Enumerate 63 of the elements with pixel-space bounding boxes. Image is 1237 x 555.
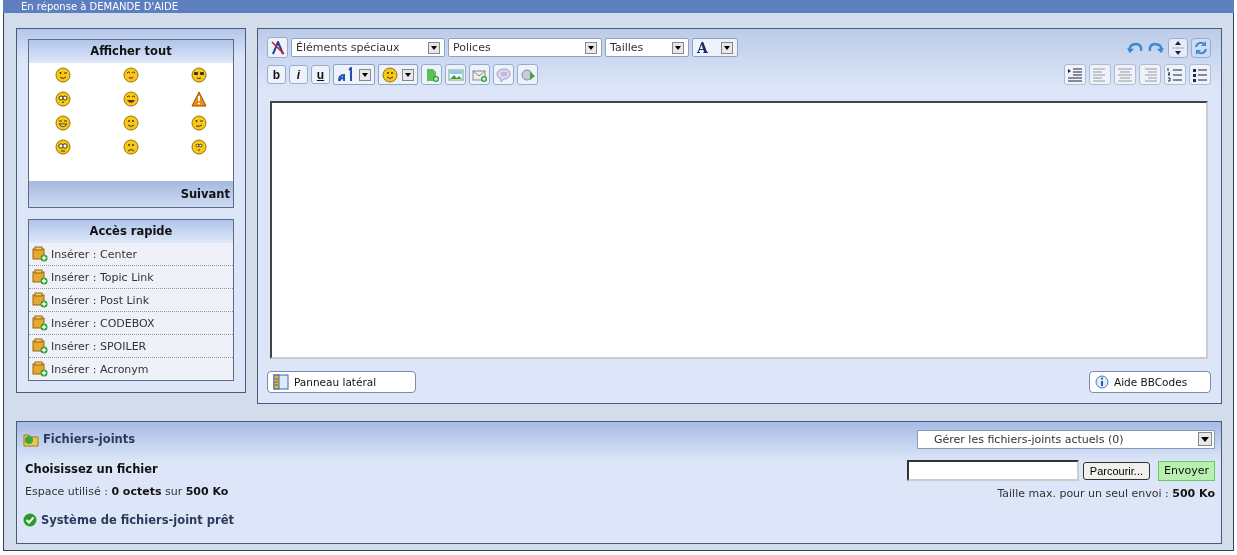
smiley-icon[interactable] xyxy=(55,115,71,131)
package-add-icon xyxy=(32,361,48,377)
package-add-icon xyxy=(32,269,48,285)
smiley-icon[interactable] xyxy=(55,91,71,107)
smiley-icon[interactable] xyxy=(191,67,207,83)
format-button[interactable]: u xyxy=(311,65,330,84)
resize-icon[interactable] xyxy=(1168,37,1188,58)
quick-access-item[interactable]: Insérer : Topic Link xyxy=(29,266,233,289)
side-panel-button[interactable]: Panneau latéral xyxy=(267,371,416,393)
image-button[interactable] xyxy=(445,64,466,85)
field-label: Choisissez un fichier xyxy=(25,461,159,478)
media-button[interactable] xyxy=(517,64,538,85)
smiley-icon[interactable] xyxy=(123,139,139,155)
quick-access-item[interactable]: Insérer : SPOILER xyxy=(29,335,233,358)
dropdown[interactable]: Tailles xyxy=(605,38,689,57)
speech-bubble-icon xyxy=(494,65,513,84)
quick-access-item[interactable]: Insérer : Post Link xyxy=(29,289,233,312)
bullet-list-button[interactable] xyxy=(1189,64,1211,85)
smiley-icon[interactable] xyxy=(55,67,71,83)
next-link[interactable]: Suivant xyxy=(180,187,230,201)
quick-access-item[interactable]: Insérer : CODEBOX xyxy=(29,312,233,335)
format-button[interactable]: i xyxy=(289,65,308,84)
font-style-dropdown[interactable] xyxy=(333,64,375,85)
format-button[interactable]: b xyxy=(267,65,286,84)
panel-icon xyxy=(273,374,289,390)
page-title: En réponse à DEMANDE D'AIDE xyxy=(3,0,1234,13)
info-icon xyxy=(1095,375,1109,389)
usage-text: Espace utilisé : 0 octets sur 500 Ko xyxy=(25,485,229,498)
package-add-icon xyxy=(32,338,48,354)
smiley-icon xyxy=(382,66,398,83)
section-title: Fichiers-joints xyxy=(43,432,136,446)
panel-title: Accès rapide xyxy=(29,220,233,243)
check-icon xyxy=(23,513,37,527)
quick-access-item[interactable]: Insérer : Acronym xyxy=(29,358,233,380)
smiley-dropdown[interactable] xyxy=(378,64,418,85)
remove-format-icon xyxy=(270,40,285,55)
smiley-icon[interactable] xyxy=(123,91,139,107)
warning-icon[interactable] xyxy=(191,91,207,107)
dropdown[interactable]: Polices xyxy=(448,38,602,57)
add-document-button[interactable] xyxy=(421,64,442,85)
indent-button[interactable] xyxy=(1064,64,1086,85)
send-button[interactable]: Envoyer xyxy=(1158,460,1215,481)
browse-button[interactable]: Parcourir... xyxy=(1082,461,1151,480)
package-add-icon xyxy=(32,246,48,262)
status-text: Système de fichiers-joint prêt xyxy=(41,513,234,527)
smiley-icon[interactable] xyxy=(55,139,71,155)
file-field[interactable] xyxy=(906,460,1079,481)
quick-access-item[interactable]: Insérer : Center xyxy=(29,243,233,266)
bbcode-help-button[interactable]: Aide BBCodes xyxy=(1089,371,1211,393)
message-field[interactable] xyxy=(270,101,1208,359)
panel-title: Afficher tout xyxy=(29,40,233,63)
folder-icon xyxy=(23,431,39,447)
smiley-icon[interactable] xyxy=(123,115,139,131)
package-add-icon xyxy=(32,292,48,308)
package-add-icon xyxy=(32,315,48,331)
smiley-icon[interactable] xyxy=(191,139,207,155)
dropdown[interactable]: Éléments spéciaux xyxy=(291,38,445,57)
remove-format-button[interactable] xyxy=(267,37,288,58)
attachments-dropdown[interactable]: Gérer les fichiers-joints actuels (0) xyxy=(917,429,1215,449)
mail-add-button[interactable] xyxy=(469,64,490,85)
max-size-text: Taille max. pour un seul envoi : 500 Ko xyxy=(997,487,1215,500)
font-icon xyxy=(337,66,355,83)
font-color-dropdown[interactable]: A xyxy=(692,38,738,57)
